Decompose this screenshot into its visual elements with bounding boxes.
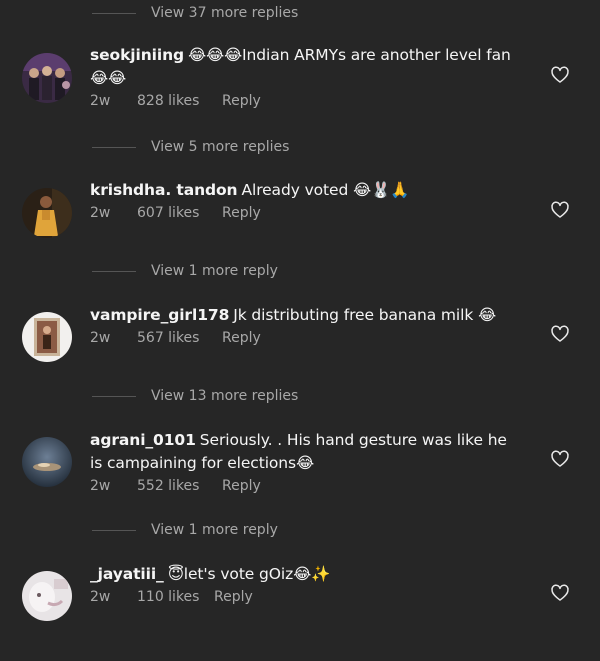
comment-text-line: krishdha. tandon Already voted 😂🐰🙏 <box>90 179 520 202</box>
like-count[interactable]: 607 likes <box>137 205 222 221</box>
view-more-label: View 13 more replies <box>151 388 299 404</box>
heart-outline-icon[interactable] <box>550 449 570 469</box>
comment-body: krishdha. tandon Already voted 😂🐰🙏 2w 607… <box>90 179 520 221</box>
avatar[interactable] <box>22 571 72 621</box>
heart-outline-icon[interactable] <box>550 583 570 603</box>
comment-text: 😇let's vote gOiz😂✨ <box>167 565 331 583</box>
comment-meta: 2w 567 likes Reply <box>90 330 520 346</box>
heart-outline-icon[interactable] <box>550 200 570 220</box>
timestamp: 2w <box>90 330 111 346</box>
comment-text-line: agrani_0101 Seriously. . His hand gesture… <box>90 429 520 475</box>
divider-line <box>92 146 136 148</box>
timestamp: 2w <box>90 93 111 109</box>
comment-meta: 2w 607 likes Reply <box>90 205 520 221</box>
reply-button[interactable]: Reply <box>222 205 261 221</box>
reply-button[interactable]: Reply <box>222 330 261 346</box>
view-more-label: View 1 more reply <box>151 263 278 279</box>
timestamp: 2w <box>90 205 111 221</box>
comment-body: _jayatiii_ 😇let's vote gOiz😂✨ 2w 110 like… <box>90 563 520 605</box>
avatar[interactable] <box>22 188 72 238</box>
divider-line <box>92 12 136 14</box>
like-count[interactable]: 552 likes <box>137 478 222 494</box>
comment-meta: 2w 110 likes Reply <box>90 589 520 605</box>
view-more-label: View 5 more replies <box>151 139 290 155</box>
username[interactable]: _jayatiii_ <box>90 565 164 583</box>
comment-text: Jk distributing free banana milk 😂 <box>233 306 497 324</box>
comment-meta: 2w 828 likes Reply <box>90 93 520 109</box>
comment-text-line: vampire_girl178 Jk distributing free bana… <box>90 304 520 327</box>
view-more-replies-button[interactable]: View 1 more reply <box>92 261 278 281</box>
like-count[interactable]: 828 likes <box>137 93 222 109</box>
view-more-replies-button[interactable]: View 37 more replies <box>92 3 298 23</box>
divider-line <box>92 395 136 397</box>
like-count[interactable]: 567 likes <box>137 330 222 346</box>
username[interactable]: agrani_0101 <box>90 431 196 449</box>
divider-line <box>92 529 136 531</box>
comment-meta: 2w 552 likes Reply <box>90 478 520 494</box>
view-more-label: View 1 more reply <box>151 522 278 538</box>
comment-text: Already voted 😂🐰🙏 <box>241 181 410 199</box>
username[interactable]: vampire_girl178 <box>90 306 229 324</box>
view-more-label: View 37 more replies <box>151 5 299 21</box>
username[interactable]: seokjiniing <box>90 46 184 64</box>
timestamp: 2w <box>90 589 111 605</box>
comment-text-line: seokjiniing 😂😂😂Indian ARMYs are another l… <box>90 44 520 90</box>
comment-text-line: _jayatiii_ 😇let's vote gOiz😂✨ <box>90 563 520 586</box>
view-more-replies-button[interactable]: View 13 more replies <box>92 386 298 406</box>
reply-button[interactable]: Reply <box>222 478 261 494</box>
username[interactable]: krishdha. tandon <box>90 181 238 199</box>
avatar[interactable] <box>22 437 72 487</box>
reply-button[interactable]: Reply <box>222 93 261 109</box>
reply-button[interactable]: Reply <box>214 589 253 605</box>
like-count[interactable]: 110 likes <box>137 589 214 605</box>
heart-outline-icon[interactable] <box>550 65 570 85</box>
avatar[interactable] <box>22 312 72 362</box>
avatar[interactable] <box>22 53 72 103</box>
heart-outline-icon[interactable] <box>550 324 570 344</box>
view-more-replies-button[interactable]: View 5 more replies <box>92 137 289 157</box>
comment-body: vampire_girl178 Jk distributing free bana… <box>90 304 520 346</box>
timestamp: 2w <box>90 478 111 494</box>
view-more-replies-button[interactable]: View 1 more reply <box>92 520 278 540</box>
divider-line <box>92 270 136 272</box>
comment-body: agrani_0101 Seriously. . His hand gesture… <box>90 429 520 494</box>
comment-body: seokjiniing 😂😂😂Indian ARMYs are another l… <box>90 44 520 109</box>
